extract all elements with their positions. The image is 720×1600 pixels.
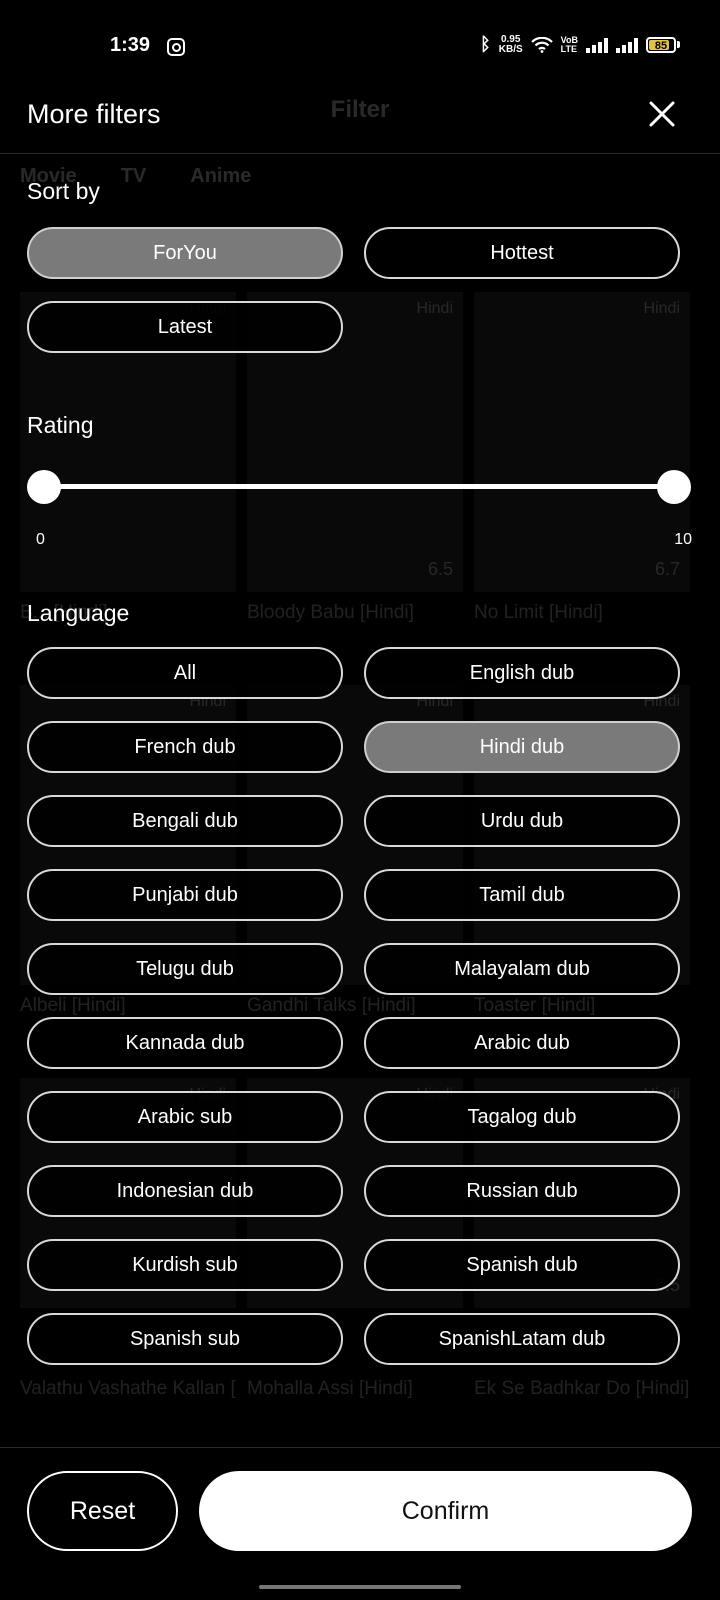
language-option-button[interactable]: Spanish sub xyxy=(27,1313,343,1365)
sheet-title: More filters xyxy=(27,99,161,129)
status-bar: 1:39 ᛒ 0.95 KB/S VoB LTE 85 xyxy=(0,0,720,92)
background-card-caption: Valathu Vashathe Kallan [Hindi] xyxy=(20,1378,236,1399)
background-card-caption: No Limit [Hindi] xyxy=(474,602,603,623)
background-card: Hindi 6.7 xyxy=(474,292,690,592)
background-card-caption: Ek Se Badhkar Do [Hindi] xyxy=(474,1378,690,1399)
background-card-tag: Hindi xyxy=(643,300,680,317)
language-option-button[interactable]: SpanishLatam dub xyxy=(364,1313,680,1365)
volte-indicator: VoB LTE xyxy=(560,35,578,54)
background-card-rating: 6.7 xyxy=(654,559,680,579)
network-speed-value: 0.95 xyxy=(500,33,521,45)
battery-icon: 85 xyxy=(646,36,680,53)
language-option-button[interactable]: Kannada dub xyxy=(27,1017,343,1069)
home-indicator[interactable] xyxy=(259,1585,461,1589)
confirm-button[interactable]: Confirm xyxy=(199,1471,692,1551)
signal-icon xyxy=(586,37,608,53)
language-option-button[interactable]: Russian dub xyxy=(364,1165,680,1217)
status-time: 1:39 xyxy=(110,34,151,56)
background-card-caption: Bloody Babu [Hindi] xyxy=(247,602,414,623)
rating-max-handle[interactable] xyxy=(657,470,691,504)
network-speed: 0.95 KB/S xyxy=(498,33,523,55)
header-divider xyxy=(0,153,720,154)
language-option-button[interactable]: Malayalam dub xyxy=(364,943,680,995)
signal-icon xyxy=(616,37,638,53)
language-option-button[interactable]: Bengali dub xyxy=(27,795,343,847)
language-option-button[interactable]: Spanish dub xyxy=(364,1239,680,1291)
background-card-tag: Hindi xyxy=(416,300,453,317)
battery-level: 85 xyxy=(654,39,668,52)
background-card-rating: 6.5 xyxy=(427,559,453,579)
rating-min-handle[interactable] xyxy=(27,470,61,504)
sort-by-label: Sort by xyxy=(27,178,100,204)
reset-button[interactable]: Reset xyxy=(27,1471,178,1551)
sort-option-button[interactable]: ForYou xyxy=(27,227,343,279)
language-option-button[interactable]: English dub xyxy=(364,647,680,699)
background-tab: Anime xyxy=(190,165,252,187)
language-option-button[interactable]: Arabic dub xyxy=(364,1017,680,1069)
footer-divider xyxy=(0,1447,720,1448)
language-label: Language xyxy=(27,600,130,626)
language-option-button[interactable]: Hindi dub xyxy=(364,721,680,773)
rating-max-value: 10 xyxy=(674,531,692,548)
language-option-button[interactable]: Tagalog dub xyxy=(364,1091,680,1143)
status-icons: ᛒ 0.95 KB/S VoB LTE 85 xyxy=(480,34,680,55)
background-tab: TV xyxy=(120,165,147,187)
bluetooth-icon: ᛒ xyxy=(479,34,491,54)
language-option-button[interactable]: Indonesian dub xyxy=(27,1165,343,1217)
language-option-button[interactable]: French dub xyxy=(27,721,343,773)
language-option-button[interactable]: Kurdish sub xyxy=(27,1239,343,1291)
rating-label: Rating xyxy=(27,412,94,438)
language-option-button[interactable]: Tamil dub xyxy=(364,869,680,921)
language-option-button[interactable]: Urdu dub xyxy=(364,795,680,847)
language-option-button[interactable]: Telugu dub xyxy=(27,943,343,995)
background-card-caption: Albeli [Hindi] xyxy=(20,995,126,1016)
background-card-caption: Gandhi Talks [Hindi] xyxy=(247,995,416,1016)
language-option-button[interactable]: Punjabi dub xyxy=(27,869,343,921)
language-option-button[interactable]: All xyxy=(27,647,343,699)
background-card-caption: Mohalla Assi [Hindi] xyxy=(247,1378,413,1399)
rating-min-value: 0 xyxy=(36,531,45,548)
sort-option-button[interactable]: Latest xyxy=(27,301,343,353)
sort-option-button[interactable]: Hottest xyxy=(364,227,680,279)
wifi-icon xyxy=(530,36,553,53)
network-speed-unit: KB/S xyxy=(498,43,523,55)
rating-slider-track[interactable] xyxy=(44,484,674,489)
filter-screen: Filter Movie TV Anime HindiB... [Hindi]H… xyxy=(0,0,720,1600)
background-card-caption: Toaster [Hindi] xyxy=(474,995,596,1016)
language-option-button[interactable]: Arabic sub xyxy=(27,1091,343,1143)
volte-bottom: LTE xyxy=(560,43,577,54)
close-icon[interactable] xyxy=(646,98,678,130)
instagram-icon xyxy=(167,38,185,56)
